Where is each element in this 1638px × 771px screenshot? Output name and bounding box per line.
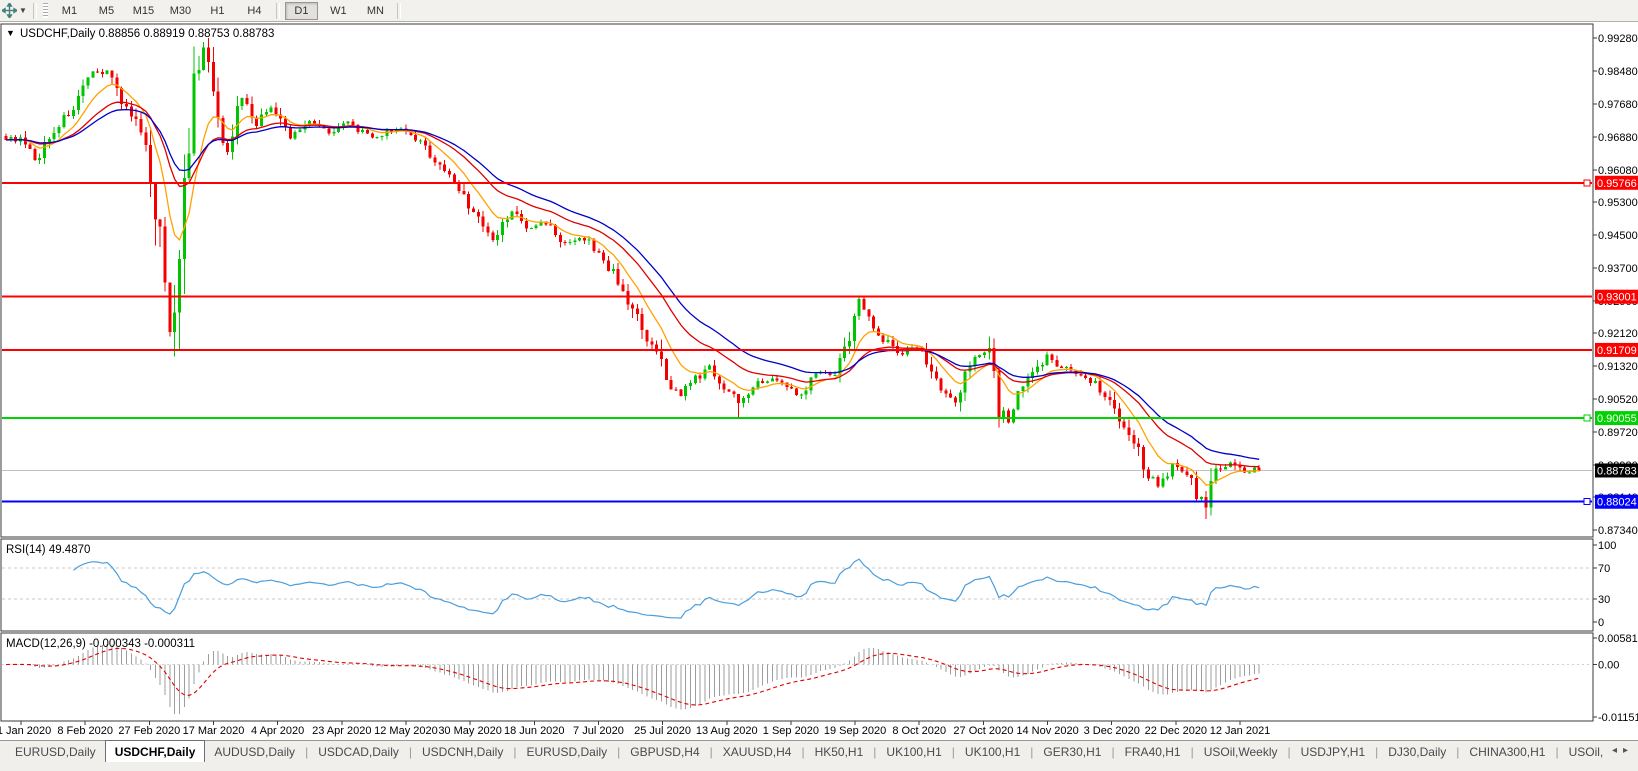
svg-text:17 Mar 2020: 17 Mar 2020	[183, 725, 245, 737]
svg-text:14 Nov 2020: 14 Nov 2020	[1016, 725, 1078, 737]
svg-text:0.90055: 0.90055	[1597, 413, 1637, 425]
timeframe-button-W1[interactable]: W1	[322, 2, 355, 20]
svg-text:27 Feb 2020: 27 Feb 2020	[118, 725, 180, 737]
hline-handle-0.88024[interactable]	[1584, 499, 1590, 505]
tab-uk100-h1[interactable]: UK100,H1	[956, 742, 1029, 762]
bottom-strip	[0, 762, 1638, 771]
tab-dj30-daily[interactable]: DJ30,Daily	[1379, 742, 1455, 762]
svg-text:0: 0	[1598, 617, 1604, 629]
date-axis: 21 Jan 2020 8 Feb 2020 27 Feb 202017 Mar 2…	[0, 721, 1270, 737]
svg-text:0.97680: 0.97680	[1598, 99, 1638, 111]
svg-text:0.95300: 0.95300	[1598, 197, 1638, 209]
timeframe-button-MN[interactable]: MN	[359, 2, 392, 20]
macd-label: MACD(12,26,9) -0.000343 -0.000311	[6, 638, 195, 650]
svg-text:27 Oct 2020: 27 Oct 2020	[953, 725, 1013, 737]
tab-scroll-right-icon[interactable]: ▸	[1623, 745, 1634, 756]
svg-text:12 Jan 2021: 12 Jan 2021	[1210, 725, 1271, 737]
svg-text:0.88024: 0.88024	[1597, 497, 1637, 509]
svg-text:12 May 2020: 12 May 2020	[374, 725, 438, 737]
tab-usdjpy-h1[interactable]: USDJPY,H1	[1292, 742, 1374, 762]
svg-text:0.94500: 0.94500	[1598, 230, 1638, 242]
tab-scroll-arrows[interactable]: ◂▸	[1612, 745, 1634, 756]
tab-fra40-h1[interactable]: FRA40,H1	[1116, 742, 1190, 762]
svg-text:0.98480: 0.98480	[1598, 66, 1638, 78]
tab-ger30-h1[interactable]: GER30,H1	[1034, 742, 1110, 762]
svg-text:0.91320: 0.91320	[1598, 361, 1638, 373]
timeframe-button-H1[interactable]: H1	[201, 2, 234, 20]
chart-tab-row: EURUSD,DailyUSDCHF,DailyAUDUSD,Daily|USD…	[0, 741, 1638, 762]
svg-text:30: 30	[1598, 594, 1610, 606]
svg-text:0.93700: 0.93700	[1598, 263, 1638, 275]
tab-eurusd-daily[interactable]: EURUSD,Daily	[6, 742, 105, 762]
tab-usoil-[interactable]: USOil,	[1560, 742, 1613, 762]
tab-audusd-daily[interactable]: AUDUSD,Daily	[205, 742, 304, 762]
hline-handle-0.90055[interactable]	[1584, 415, 1590, 421]
timeframe-button-M1[interactable]: M1	[53, 2, 86, 20]
hline-handle-0.95766[interactable]	[1584, 180, 1590, 186]
svg-text:4 Apr 2020: 4 Apr 2020	[251, 725, 304, 737]
price-axis: 0.99280 0.98480 0.97680 0.96880 0.96080 0.953…	[1593, 33, 1638, 537]
chart-panes	[1, 24, 1593, 721]
svg-text:0.87340: 0.87340	[1598, 525, 1638, 537]
svg-text:70: 70	[1598, 563, 1610, 575]
tab-usdcad-daily[interactable]: USDCAD,Daily	[309, 742, 408, 762]
svg-text:30 May 2020: 30 May 2020	[438, 725, 502, 737]
svg-text:0.00: 0.00	[1598, 660, 1619, 672]
crosshair-move-icon[interactable]	[2, 3, 17, 18]
svg-text:18 Jun 2020: 18 Jun 2020	[504, 725, 565, 737]
svg-text:0.96880: 0.96880	[1598, 132, 1638, 144]
svg-text:0.90520: 0.90520	[1598, 394, 1638, 406]
chart-area[interactable]: 0.99280 0.98480 0.97680 0.96880 0.96080 0.953…	[0, 22, 1638, 740]
svg-text:7 Jul 2020: 7 Jul 2020	[573, 725, 624, 737]
svg-text:22 Dec 2020: 22 Dec 2020	[1145, 725, 1207, 737]
tab-eurusd-daily[interactable]: EURUSD,Daily	[517, 742, 616, 762]
svg-text:8 Oct 2020: 8 Oct 2020	[892, 725, 946, 737]
svg-text:19 Sep 2020: 19 Sep 2020	[824, 725, 886, 737]
toolbar-separator	[276, 3, 280, 19]
svg-text:8 Feb 2020: 8 Feb 2020	[57, 725, 113, 737]
tab-scroll-left-icon[interactable]: ◂	[1612, 745, 1623, 756]
chevron-down-icon[interactable]: ▼	[19, 6, 27, 15]
rsi-label: RSI(14) 49.4870	[6, 544, 90, 556]
timeframe-button-H4[interactable]: H4	[238, 2, 271, 20]
tab-usdcnh-daily[interactable]: USDCNH,Daily	[413, 742, 512, 762]
svg-text:0.99280: 0.99280	[1598, 33, 1638, 45]
svg-text:0.88783: 0.88783	[1597, 465, 1637, 477]
chart-title: USDCHF,Daily 0.88856 0.88919 0.88753 0.8…	[20, 28, 274, 40]
svg-text:0.96080: 0.96080	[1598, 165, 1638, 177]
timeframe-button-M30[interactable]: M30	[164, 2, 197, 20]
svg-text:0.89720: 0.89720	[1598, 427, 1638, 439]
tab-xauusd-h4[interactable]: XAUUSD,H4	[714, 742, 801, 762]
svg-text:0.95766: 0.95766	[1597, 178, 1637, 190]
toolbar-grip-handle[interactable]	[43, 3, 48, 18]
svg-text:3 Dec 2020: 3 Dec 2020	[1084, 725, 1140, 737]
chart-tab-bar: EURUSD,DailyUSDCHF,DailyAUDUSD,Daily|USD…	[0, 740, 1638, 771]
svg-text:-0.011514: -0.011514	[1598, 712, 1638, 724]
svg-text:100: 100	[1598, 540, 1616, 552]
svg-text:23 Apr 2020: 23 Apr 2020	[312, 725, 371, 737]
tab-uk100-h1[interactable]: UK100,H1	[877, 742, 950, 762]
chart-title-marker: ▼	[6, 28, 15, 38]
tab-usdchf-daily[interactable]: USDCHF,Daily	[105, 740, 206, 762]
svg-text:13 Aug 2020: 13 Aug 2020	[696, 725, 758, 737]
svg-text:0.005818: 0.005818	[1598, 633, 1638, 645]
tab-china300-h1[interactable]: CHINA300,H1	[1460, 742, 1554, 762]
svg-text:0.91709: 0.91709	[1597, 345, 1637, 357]
tab-hk50-h1[interactable]: HK50,H1	[806, 742, 873, 762]
svg-text:0.92120: 0.92120	[1598, 328, 1638, 340]
timeframe-button-M15[interactable]: M15	[127, 2, 160, 20]
timeframe-button-D1[interactable]: D1	[285, 2, 318, 20]
toolbar-separator	[397, 3, 401, 19]
price-chart-svg[interactable]: 0.99280 0.98480 0.97680 0.96880 0.96080 0.953…	[0, 22, 1638, 740]
top-toolbar: ▼ M1M5M15M30H1H4 D1W1MN	[0, 0, 1638, 22]
svg-text:0.93001: 0.93001	[1597, 292, 1637, 304]
svg-text:25 Jul 2020: 25 Jul 2020	[634, 725, 691, 737]
tab-gbpusd-h4[interactable]: GBPUSD,H4	[621, 742, 708, 762]
tab-usoil-weekly[interactable]: USOil,Weekly	[1195, 742, 1287, 762]
toolbar-separator	[33, 3, 37, 19]
timeframe-button-M5[interactable]: M5	[90, 2, 123, 20]
timeframe-button-group: M1M5M15M30H1H4 D1W1MN	[51, 2, 404, 20]
svg-text:1 Sep 2020: 1 Sep 2020	[763, 725, 819, 737]
svg-text:21 Jan 2020: 21 Jan 2020	[0, 725, 51, 737]
